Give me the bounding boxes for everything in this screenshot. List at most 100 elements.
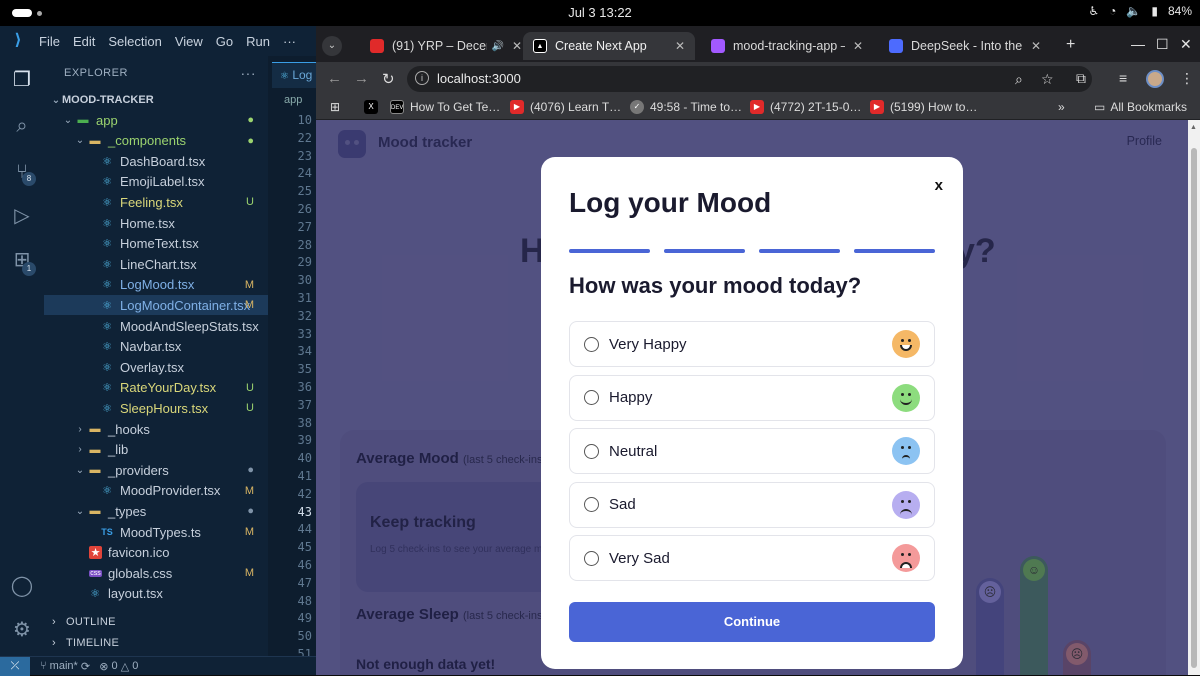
media-control-icon[interactable]: ≡ xyxy=(1119,70,1127,86)
tree-file[interactable]: ★ favicon.ico xyxy=(44,543,268,563)
tree-file[interactable]: ⚛ layout.tsx xyxy=(44,584,268,604)
tree-folder[interactable]: ⌄ ▬ _providers ● xyxy=(44,460,268,480)
mood-radio[interactable] xyxy=(584,336,599,352)
continue-button[interactable]: Continue xyxy=(569,602,935,642)
menu-file[interactable]: File xyxy=(39,34,60,49)
bookmark-item[interactable]: ✓ 49:58 - Time to… xyxy=(630,100,742,114)
bookmark-item[interactable]: DEV How To Get Te… xyxy=(390,100,500,114)
tree-file[interactable]: TS MoodTypes.ts M xyxy=(44,522,268,542)
scrollbar-thumb[interactable] xyxy=(1191,148,1197,668)
search-icon[interactable]: ⌕ xyxy=(10,114,34,138)
bookmark-item[interactable]: ▶ (5199) How to… xyxy=(870,100,977,114)
new-tab-plus-icon[interactable]: + xyxy=(1066,36,1075,54)
extensions-puzzle-icon[interactable]: ⧉ xyxy=(1076,70,1086,87)
warning-count[interactable]: 0 xyxy=(132,660,138,672)
tree-file[interactable]: ⚛ MoodAndSleepStats.tsx xyxy=(44,316,268,336)
bookmarks-overflow[interactable]: » xyxy=(1058,100,1065,114)
tab-search-chevron-icon[interactable]: ⌄ xyxy=(322,36,342,56)
maximize-icon[interactable]: ☐ xyxy=(1156,36,1169,53)
close-window-icon[interactable]: ✕ xyxy=(1180,36,1192,53)
minimize-icon[interactable]: — xyxy=(1131,36,1145,52)
tab-audio-icon[interactable]: 🔊 xyxy=(491,41,503,52)
tab-close-icon[interactable]: ✕ xyxy=(853,39,863,53)
tree-file[interactable]: ⚛ LogMood.tsx M xyxy=(44,275,268,295)
bookmark-item[interactable]: ▶ (4076) Learn T… xyxy=(510,100,621,114)
battery-icon[interactable]: ▮ xyxy=(1151,4,1158,18)
close-modal-button[interactable]: x xyxy=(935,177,943,194)
menu-selection[interactable]: Selection xyxy=(108,34,161,49)
branch-name[interactable]: main* xyxy=(50,660,78,672)
tree-file[interactable]: css globals.css M xyxy=(44,563,268,583)
tab-close-icon[interactable]: ✕ xyxy=(512,39,522,53)
mood-radio[interactable] xyxy=(584,497,599,512)
settings-gear-icon[interactable]: ⚙ xyxy=(10,618,34,642)
menu-view[interactable]: View xyxy=(175,34,203,49)
menu-run[interactable]: Run xyxy=(246,34,270,49)
mood-radio[interactable] xyxy=(584,443,599,459)
menu-more[interactable]: ··· xyxy=(283,34,296,49)
wifi-icon[interactable]: ◔ xyxy=(1109,4,1116,18)
browser-tab[interactable]: (91) YRP – December 🔊 ✕ xyxy=(360,32,532,60)
error-count[interactable]: 0 xyxy=(112,660,118,672)
tree-folder[interactable]: ⌄ ▬ _components ● xyxy=(44,131,268,151)
tree-folder[interactable]: ⌄ ▬ _types ● xyxy=(44,501,268,521)
site-info-icon[interactable]: i xyxy=(415,71,429,85)
tab-close-icon[interactable]: ✕ xyxy=(1031,39,1041,53)
back-arrow-icon[interactable]: ← xyxy=(327,70,342,87)
remote-indicator-icon[interactable]: ⤫ xyxy=(0,656,30,676)
forward-arrow-icon[interactable]: → xyxy=(354,70,369,87)
tree-file[interactable]: ⚛ LogMoodContainer.tsx M xyxy=(44,295,268,316)
tree-file[interactable]: ⚛ RateYourDay.tsx U xyxy=(44,378,268,398)
mood-option[interactable]: Happy xyxy=(569,374,935,421)
menu-go[interactable]: Go xyxy=(216,34,233,49)
tree-file[interactable]: ⚛ HomeText.tsx xyxy=(44,234,268,254)
explorer-more-button[interactable]: ··· xyxy=(241,65,257,81)
tree-file[interactable]: ⚛ Overlay.tsx xyxy=(44,357,268,377)
volume-icon[interactable]: 🔈 xyxy=(1126,4,1141,18)
tree-folder[interactable]: › ▬ _lib xyxy=(44,440,268,460)
mood-option[interactable]: Neutral xyxy=(569,428,935,474)
editor-tab[interactable]: ⚛ Log xyxy=(272,62,316,88)
mood-option[interactable]: Very Sad xyxy=(569,535,935,581)
timeline-section[interactable]: › TIMELINE xyxy=(44,633,268,653)
run-debug-icon[interactable]: ▷ xyxy=(10,204,34,228)
tree-file[interactable]: ⚛ Feeling.tsx U xyxy=(44,192,268,212)
page-scrollbar[interactable]: ▲ xyxy=(1188,120,1200,675)
browser-menu-icon[interactable]: ⋮ xyxy=(1180,70,1194,87)
explorer-files-icon[interactable]: ❐ xyxy=(10,68,34,92)
mood-option[interactable]: Sad xyxy=(569,481,935,528)
outline-section[interactable]: › OUTLINE xyxy=(44,612,268,632)
sync-icon[interactable]: ⟳ xyxy=(81,660,90,673)
tree-file[interactable]: ⚛ Navbar.tsx xyxy=(44,337,268,357)
profile-avatar[interactable] xyxy=(1146,70,1164,88)
reload-icon[interactable]: ↻ xyxy=(382,70,395,88)
account-icon[interactable]: ◯ xyxy=(10,574,34,598)
address-bar[interactable]: i localhost:3000 ⌕ ☆ xyxy=(407,66,1092,92)
tree-file[interactable]: ⚛ MoodProvider.tsx M xyxy=(44,481,268,501)
all-bookmarks-folder[interactable]: ▭ All Bookmarks xyxy=(1094,100,1187,114)
accessibility-icon[interactable]: ♿ xyxy=(1088,4,1099,18)
tree-file[interactable]: ⚛ EmojiLabel.tsx xyxy=(44,172,268,192)
browser-tab[interactable]: mood-tracking-app – Fi ✕ xyxy=(701,32,873,60)
tree-file[interactable]: ⚛ LineChart.tsx xyxy=(44,254,268,274)
bookmark-item[interactable]: ▶ (4772) 2T-15-0… xyxy=(750,100,861,114)
breadcrumb[interactable]: app xyxy=(284,94,302,106)
tab-close-icon[interactable]: ✕ xyxy=(675,39,685,53)
mood-option[interactable]: Very Happy xyxy=(569,321,935,367)
mood-radio[interactable] xyxy=(584,390,599,405)
tree-folder[interactable]: ⌄ ▬ app ● xyxy=(44,110,268,130)
browser-tab[interactable]: DeepSeek - Into the Un ✕ xyxy=(879,32,1051,60)
tree-file[interactable]: ⚛ DashBoard.tsx xyxy=(44,151,268,171)
apps-grid-icon[interactable]: ⊞ xyxy=(330,100,340,114)
zoom-icon[interactable]: ⌕ xyxy=(1015,71,1023,88)
tree-file[interactable]: ⚛ SleepHours.tsx U xyxy=(44,398,268,418)
browser-tab[interactable]: ▲ Create Next App ✕ xyxy=(523,32,695,60)
tree-file[interactable]: ⚛ Home.tsx xyxy=(44,213,268,233)
bookmark-item[interactable]: X xyxy=(364,100,384,114)
mood-radio[interactable] xyxy=(584,550,599,566)
bookmark-star-icon[interactable]: ☆ xyxy=(1041,71,1054,88)
project-root[interactable]: ⌄ MOOD-TRACKER xyxy=(44,90,268,110)
menu-edit[interactable]: Edit xyxy=(73,34,95,49)
system-clock[interactable]: Jul 3 13:22 xyxy=(0,5,1200,20)
scroll-up-arrow-icon[interactable]: ▲ xyxy=(1190,124,1197,131)
